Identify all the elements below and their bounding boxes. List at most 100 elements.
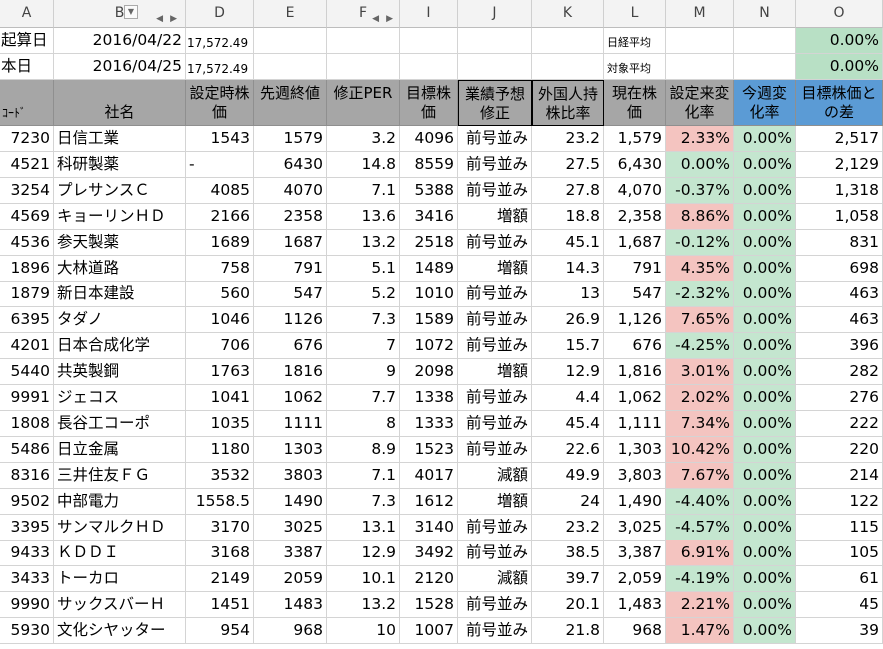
cell-weekly-change[interactable]: 0.00% xyxy=(734,203,796,230)
cell-last-week-close[interactable]: 1579 xyxy=(254,126,327,152)
cell-target-price[interactable]: 3492 xyxy=(400,540,458,567)
cell-weekly-change[interactable]: 0.00% xyxy=(734,462,796,489)
cell-earnings-revision[interactable]: 前号並み xyxy=(458,151,532,178)
cell-change-since-set[interactable]: -4.25% xyxy=(666,333,734,360)
cell-target-gap[interactable]: 463 xyxy=(796,307,883,334)
column-header-d[interactable]: D xyxy=(186,0,254,28)
header-target-gap[interactable]: 目標株価との差 xyxy=(796,80,883,126)
column-header-n[interactable]: N xyxy=(734,0,796,28)
cell-adjusted-per[interactable]: 10 xyxy=(327,618,400,645)
cell-change-since-set[interactable]: 7.65% xyxy=(666,307,734,334)
cell-set-price[interactable]: 1543 xyxy=(186,126,254,152)
cell-target-price[interactable]: 1589 xyxy=(400,307,458,334)
cell-set-price[interactable]: 2166 xyxy=(186,203,254,230)
cell-earnings-revision[interactable]: 減額 xyxy=(458,566,532,593)
cell-current-price[interactable]: 3,803 xyxy=(604,462,666,489)
cell-company-name[interactable]: 三井住友ＦＧ xyxy=(54,462,186,489)
column-header-f[interactable]: F ◀ ▶ xyxy=(327,0,400,28)
cell-code[interactable]: 5930 xyxy=(0,618,54,645)
target-change-value[interactable]: 0.00% xyxy=(796,54,883,80)
today-index-value[interactable]: 17,572.49 xyxy=(186,54,254,80)
cell-change-since-set[interactable]: -0.12% xyxy=(666,229,734,256)
cell-target-gap[interactable]: 61 xyxy=(796,566,883,593)
filter-dropdown-icon[interactable]: ▼ xyxy=(124,5,138,19)
empty-cell[interactable] xyxy=(532,54,604,80)
cell-earnings-revision[interactable]: 増額 xyxy=(458,359,532,386)
cell-current-price[interactable]: 1,483 xyxy=(604,592,666,619)
cell-code[interactable]: 5440 xyxy=(0,359,54,386)
cell-current-price[interactable]: 1,303 xyxy=(604,436,666,463)
cell-company-name[interactable]: タダノ xyxy=(54,307,186,334)
cell-target-price[interactable]: 2098 xyxy=(400,359,458,386)
cell-change-since-set[interactable]: 6.91% xyxy=(666,540,734,567)
cell-target-gap[interactable]: 39 xyxy=(796,618,883,645)
cell-company-name[interactable]: 日信工業 xyxy=(54,126,186,152)
cell-current-price[interactable]: 1,816 xyxy=(604,359,666,386)
cell-adjusted-per[interactable]: 10.1 xyxy=(327,566,400,593)
column-header-b[interactable]: B ▼ ◀ ▶ xyxy=(54,0,186,28)
empty-cell[interactable] xyxy=(254,28,327,54)
empty-cell[interactable] xyxy=(400,54,458,80)
cell-target-price[interactable]: 1010 xyxy=(400,281,458,308)
cell-code[interactable]: 9502 xyxy=(0,488,54,515)
cell-last-week-close[interactable]: 1111 xyxy=(254,410,327,437)
cell-company-name[interactable]: ＫＤＤＩ xyxy=(54,540,186,567)
start-index-value[interactable]: 17,572.49 xyxy=(186,28,254,54)
cell-code[interactable]: 9990 xyxy=(0,592,54,619)
column-header-a[interactable]: A xyxy=(0,0,54,28)
cell-set-price[interactable]: 1451 xyxy=(186,592,254,619)
nikkei-average-label[interactable]: 日経平均 xyxy=(604,28,666,54)
cell-foreign-ownership[interactable]: 27.8 xyxy=(532,177,604,204)
cell-change-since-set[interactable]: 10.42% xyxy=(666,436,734,463)
cell-weekly-change[interactable]: 0.00% xyxy=(734,333,796,360)
cell-last-week-close[interactable]: 547 xyxy=(254,281,327,308)
cell-change-since-set[interactable]: -4.57% xyxy=(666,514,734,541)
cell-earnings-revision[interactable]: 前号並み xyxy=(458,385,532,411)
cell-earnings-revision[interactable]: 前号並み xyxy=(458,592,532,619)
cell-adjusted-per[interactable]: 3.2 xyxy=(327,126,400,152)
cell-current-price[interactable]: 4,070 xyxy=(604,177,666,204)
cell-code[interactable]: 3395 xyxy=(0,514,54,541)
cell-change-since-set[interactable]: 3.01% xyxy=(666,359,734,386)
cell-change-since-set[interactable]: -0.37% xyxy=(666,177,734,204)
empty-cell[interactable] xyxy=(734,28,796,54)
cell-weekly-change[interactable]: 0.00% xyxy=(734,592,796,619)
cell-current-price[interactable]: 3,387 xyxy=(604,540,666,567)
cell-company-name[interactable]: キョーリンＨＤ xyxy=(54,203,186,230)
cell-foreign-ownership[interactable]: 45.1 xyxy=(532,229,604,256)
cell-foreign-ownership[interactable]: 39.7 xyxy=(532,566,604,593)
target-average-label[interactable]: 対象平均 xyxy=(604,54,666,80)
cell-weekly-change[interactable]: 0.00% xyxy=(734,359,796,386)
cell-adjusted-per[interactable]: 8 xyxy=(327,410,400,437)
cell-target-gap[interactable]: 276 xyxy=(796,385,883,411)
cell-set-price[interactable]: 1689 xyxy=(186,229,254,256)
cell-target-price[interactable]: 1523 xyxy=(400,436,458,463)
cell-target-gap[interactable]: 698 xyxy=(796,255,883,282)
cell-current-price[interactable]: 2,358 xyxy=(604,203,666,230)
cell-code[interactable]: 1808 xyxy=(0,410,54,437)
cell-target-price[interactable]: 3416 xyxy=(400,203,458,230)
cell-set-price[interactable]: 1046 xyxy=(186,307,254,334)
cell-last-week-close[interactable]: 6430 xyxy=(254,151,327,178)
cell-current-price[interactable]: 676 xyxy=(604,333,666,360)
cell-weekly-change[interactable]: 0.00% xyxy=(734,151,796,178)
empty-cell[interactable] xyxy=(327,28,400,54)
start-date-label[interactable]: 起算日 xyxy=(0,28,54,54)
cell-set-price[interactable]: 706 xyxy=(186,333,254,360)
cell-target-gap[interactable]: 214 xyxy=(796,462,883,489)
cell-foreign-ownership[interactable]: 13 xyxy=(532,281,604,308)
cell-set-price[interactable]: 1035 xyxy=(186,410,254,437)
cell-target-gap[interactable]: 122 xyxy=(796,488,883,515)
header-code[interactable]: ｺｰﾄﾞ xyxy=(0,80,54,126)
cell-foreign-ownership[interactable]: 49.9 xyxy=(532,462,604,489)
cell-earnings-revision[interactable]: 前号並み xyxy=(458,514,532,541)
empty-cell[interactable] xyxy=(400,28,458,54)
cell-earnings-revision[interactable]: 前号並み xyxy=(458,333,532,360)
today-label[interactable]: 本日 xyxy=(0,54,54,80)
cell-set-price[interactable]: 758 xyxy=(186,255,254,282)
cell-adjusted-per[interactable]: 7.1 xyxy=(327,177,400,204)
cell-code[interactable]: 8316 xyxy=(0,462,54,489)
cell-target-price[interactable]: 2120 xyxy=(400,566,458,593)
cell-change-since-set[interactable]: 8.86% xyxy=(666,203,734,230)
cell-adjusted-per[interactable]: 7.1 xyxy=(327,462,400,489)
